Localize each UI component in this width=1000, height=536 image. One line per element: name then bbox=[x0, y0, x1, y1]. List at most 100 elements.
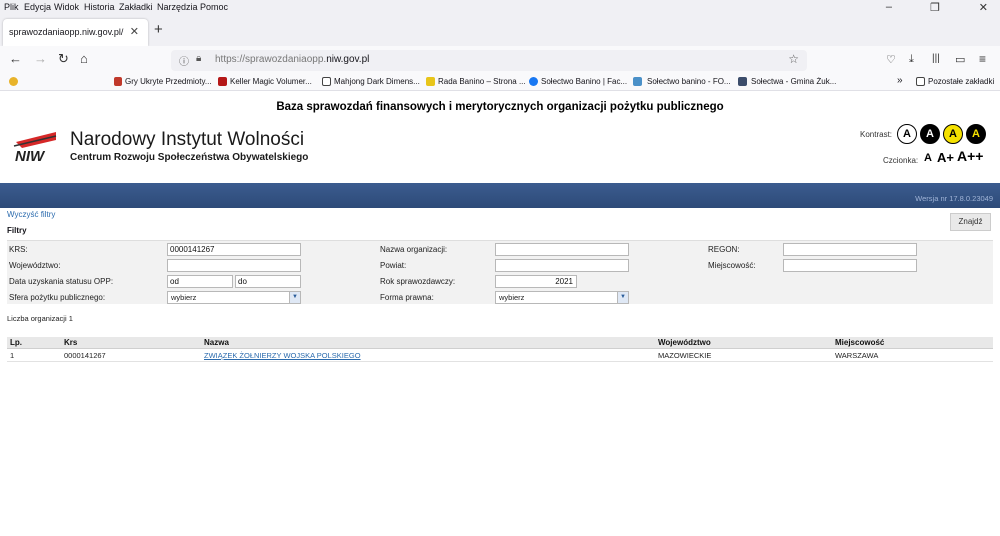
close-tab-icon[interactable]: ✕ bbox=[130, 25, 139, 38]
table-row: 1 0000141267 ZWIĄZEK ŻOŁNIERZY WOJSKA PO… bbox=[7, 350, 993, 362]
url-bar[interactable]: ⓘ 🔒︎ https://sprawozdaniaopp.niw.gov.pl … bbox=[171, 50, 807, 71]
legal-form-select[interactable]: wybierz ▼ bbox=[495, 291, 629, 304]
menu-view[interactable]: Widok bbox=[54, 2, 79, 12]
other-bookmarks[interactable]: Pozostałe zakładki bbox=[928, 77, 994, 86]
city-label: Miejscowość: bbox=[708, 261, 756, 270]
menu-help[interactable]: Pomoc bbox=[200, 2, 228, 12]
bookmark-item[interactable]: Sołectwo banino - FO... bbox=[647, 77, 731, 86]
menu-history[interactable]: Historia bbox=[84, 2, 115, 12]
organization-link[interactable]: ZWIĄZEK ŻOŁNIERZY WOJSKA POLSKIEGO bbox=[204, 351, 361, 360]
opp-date-label: Data uzyskania statusu OPP: bbox=[9, 277, 114, 286]
voivodeship-input[interactable] bbox=[167, 259, 301, 272]
column-header-name[interactable]: Nazwa bbox=[204, 338, 229, 347]
sidebar-icon[interactable]: ▭ bbox=[955, 53, 965, 66]
bookmark-favicon-icon bbox=[426, 77, 435, 86]
report-year-input[interactable]: 2021 bbox=[495, 275, 577, 288]
clear-filters-link[interactable]: Wyczyść filtry bbox=[7, 210, 55, 219]
reload-icon[interactable]: ↻ bbox=[58, 51, 69, 67]
bookmark-favicon-icon bbox=[633, 77, 642, 86]
county-input[interactable] bbox=[495, 259, 629, 272]
column-header-krs[interactable]: Krs bbox=[64, 338, 77, 347]
bookmark-star-icon[interactable]: ☆ bbox=[788, 52, 799, 66]
new-tab-icon[interactable]: + bbox=[154, 21, 163, 38]
close-window-icon[interactable]: ✕ bbox=[979, 1, 988, 14]
back-icon[interactable]: ← bbox=[9, 51, 22, 66]
bookmark-favicon-icon[interactable] bbox=[9, 77, 18, 86]
tab-strip: sprawozdaniaopp.niw.gov.pl/ ✕ bbox=[0, 16, 1000, 46]
filter-panel: KRS: 0000141267 Nazwa organizacji: REGON… bbox=[7, 240, 993, 304]
opp-date-from-input[interactable]: od bbox=[167, 275, 233, 288]
opp-date-to-input[interactable]: do bbox=[235, 275, 301, 288]
county-label: Powiat: bbox=[380, 261, 407, 270]
restore-icon[interactable]: ❐ bbox=[930, 1, 940, 14]
font-largest-button[interactable]: A++ bbox=[957, 148, 983, 164]
public-benefit-value: wybierz bbox=[171, 293, 197, 302]
bookmark-item[interactable]: Rada Banino – Strona ... bbox=[438, 77, 526, 86]
filters-title: Filtry bbox=[7, 226, 27, 235]
bookmark-item[interactable]: Gry Ukryte Przedmioty... bbox=[125, 77, 212, 86]
row-city: WARSZAWA bbox=[835, 351, 879, 360]
contrast-label: Kontrast: bbox=[860, 130, 893, 139]
bookmark-item[interactable]: Mahjong Dark Dimens... bbox=[334, 77, 420, 86]
contrast-normal-button[interactable]: A bbox=[897, 124, 917, 144]
city-input[interactable] bbox=[783, 259, 917, 272]
bookmark-favicon-icon bbox=[738, 77, 747, 86]
organization-count: Liczba organizacji 1 bbox=[7, 314, 73, 323]
url-text: https://sprawozdaniaopp.niw.gov.pl bbox=[215, 54, 370, 65]
org-name-label: Nazwa organizacji: bbox=[380, 245, 448, 254]
menu-edit[interactable]: Edycja bbox=[24, 2, 51, 12]
bookmark-item[interactable]: Keller Magic Volumer... bbox=[230, 77, 312, 86]
krs-label: KRS: bbox=[9, 245, 28, 254]
bookmark-item[interactable]: Sołectwo Banino | Fac... bbox=[541, 77, 627, 86]
downloads-icon[interactable]: ⤓ bbox=[909, 53, 914, 66]
regon-input[interactable] bbox=[783, 243, 917, 256]
folder-icon bbox=[916, 77, 925, 86]
bookmark-favicon-icon bbox=[322, 77, 331, 86]
menu-bookmarks[interactable]: Zakładki bbox=[119, 2, 153, 12]
menu-file[interactable]: Plik bbox=[4, 2, 19, 12]
logo-subtitle: Centrum Rozwoju Społeczeństwa Obywatelsk… bbox=[70, 152, 309, 163]
bookmark-favicon-icon bbox=[114, 77, 122, 86]
column-header-lp[interactable]: Lp. bbox=[10, 338, 22, 347]
minimize-icon[interactable]: – bbox=[886, 1, 892, 13]
contrast-yellow-black-button[interactable]: A bbox=[943, 124, 963, 144]
dropdown-arrow-icon[interactable]: ▼ bbox=[617, 292, 628, 303]
logo-title: Narodowy Instytut Wolności bbox=[70, 129, 305, 150]
home-icon[interactable]: ⌂ bbox=[80, 51, 88, 66]
menu-tools[interactable]: Narzędzia bbox=[157, 2, 198, 12]
report-year-label: Rok sprawozdawczy: bbox=[380, 277, 456, 286]
font-normal-button[interactable]: A bbox=[924, 152, 932, 164]
public-benefit-select[interactable]: wybierz ▼ bbox=[167, 291, 301, 304]
public-benefit-label: Sfera pożytku publicznego: bbox=[9, 293, 106, 302]
lock-icon[interactable]: 🔒︎ bbox=[196, 53, 201, 64]
contrast-black-white-button[interactable]: A bbox=[920, 124, 940, 144]
browser-tab[interactable]: sprawozdaniaopp.niw.gov.pl/ ✕ bbox=[3, 19, 148, 46]
voivodeship-label: Województwo: bbox=[9, 261, 61, 270]
facebook-icon bbox=[529, 77, 538, 86]
bookmarks-toolbar: Gry Ukryte Przedmioty... Keller Magic Vo… bbox=[0, 74, 1000, 91]
version-label: Wersja nr 17.8.0.23049 bbox=[915, 194, 993, 203]
column-header-voivodeship[interactable]: Województwo bbox=[658, 338, 711, 347]
library-icon[interactable]: ||| bbox=[932, 53, 940, 64]
find-button[interactable]: Znajdź bbox=[950, 213, 991, 231]
logo-abbr: NIW bbox=[15, 148, 46, 164]
font-larger-button[interactable]: A+ bbox=[937, 150, 954, 165]
dropdown-arrow-icon[interactable]: ▼ bbox=[289, 292, 300, 303]
menu-bar: Plik Edycja Widok Historia Zakładki Narz… bbox=[0, 0, 1000, 16]
menu-hamburger-icon[interactable]: ≡ bbox=[979, 52, 986, 66]
bookmark-item[interactable]: Sołectwa - Gmina Żuk... bbox=[751, 77, 836, 86]
forward-icon[interactable]: → bbox=[34, 51, 47, 66]
contrast-black-yellow-button[interactable]: A bbox=[966, 124, 986, 144]
org-name-input[interactable] bbox=[495, 243, 629, 256]
krs-input[interactable]: 0000141267 bbox=[167, 243, 301, 256]
header-bar bbox=[0, 183, 1000, 208]
row-krs: 0000141267 bbox=[64, 351, 106, 360]
page-title: Baza sprawozdań finansowych i merytorycz… bbox=[276, 101, 724, 113]
font-size-label: Czcionka: bbox=[883, 156, 919, 165]
column-header-city[interactable]: Miejscowość bbox=[835, 338, 884, 347]
pocket-icon[interactable]: ♡ bbox=[886, 53, 896, 66]
tab-title: sprawozdaniaopp.niw.gov.pl/ bbox=[9, 27, 124, 37]
site-info-icon[interactable]: ⓘ bbox=[179, 53, 189, 68]
regon-label: REGON: bbox=[708, 245, 740, 254]
bookmarks-overflow-icon[interactable]: » bbox=[897, 75, 903, 86]
